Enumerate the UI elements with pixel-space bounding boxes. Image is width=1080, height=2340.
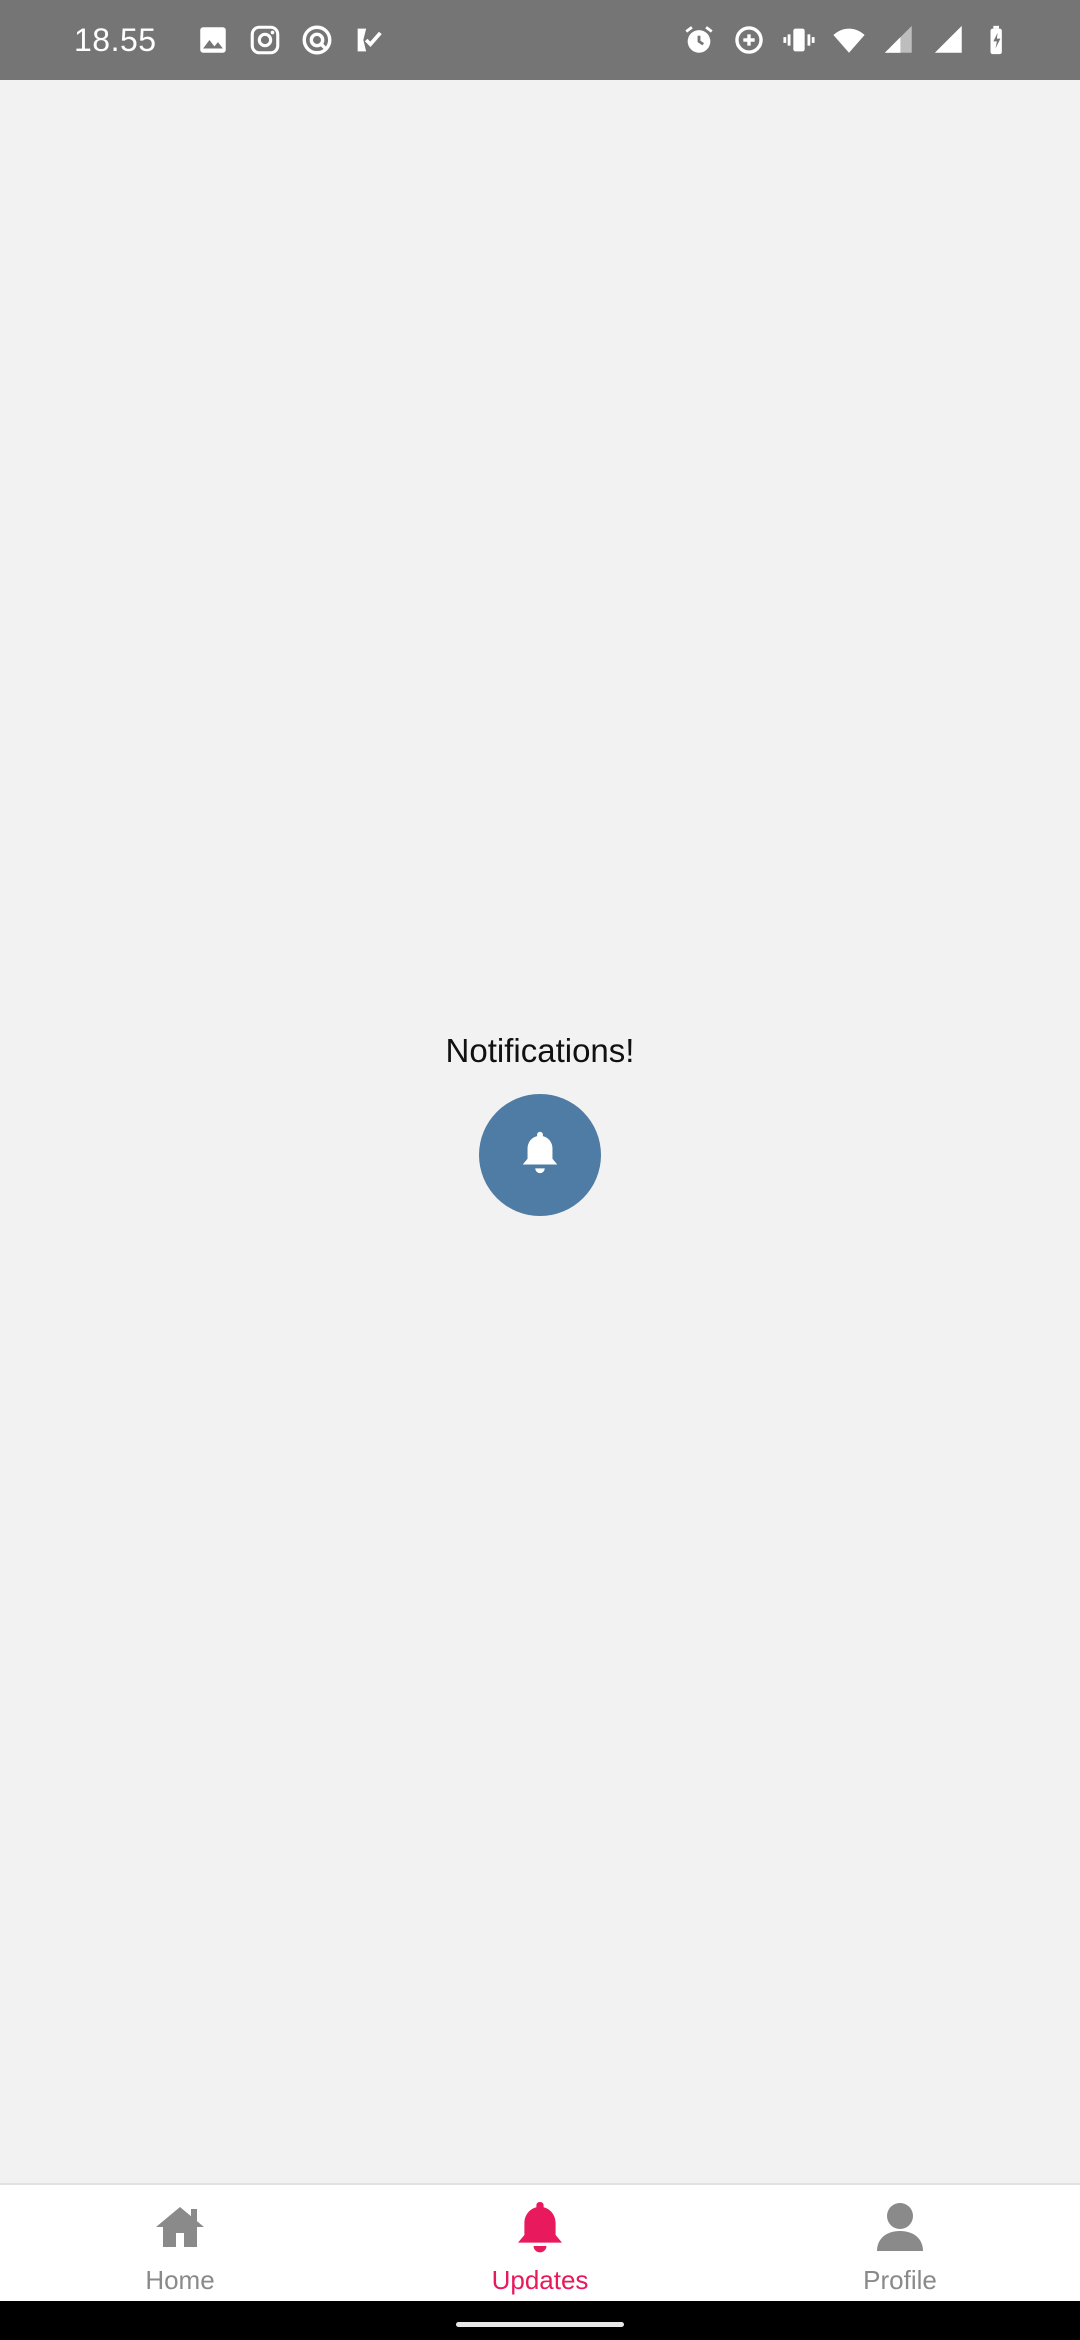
home-icon (150, 2197, 210, 2257)
status-bar-right (674, 18, 1024, 62)
battery-charging-icon (977, 18, 1021, 62)
status-bar: 18.55 (0, 0, 1080, 80)
nav-item-updates[interactable]: Updates (360, 2185, 720, 2301)
user-icon (870, 2197, 930, 2257)
signal-icon (927, 18, 971, 62)
home-gesture-handle[interactable] (456, 2322, 624, 2327)
nav-item-home[interactable]: Home (0, 2185, 360, 2301)
nav-label-profile: Profile (863, 2265, 937, 2295)
signal-icon (877, 18, 921, 62)
data-saver-icon (727, 18, 771, 62)
status-time: 18.55 (74, 21, 157, 58)
vibrate-icon (777, 18, 821, 62)
nav-label-updates: Updates (491, 2265, 589, 2295)
wifi-icon (827, 18, 871, 62)
page-title: Notifications! (445, 1032, 635, 1069)
status-bar-left: 18.55 (74, 18, 395, 62)
alarm-icon (677, 18, 721, 62)
nav-item-profile[interactable]: Profile (720, 2185, 1080, 2301)
check-ticket-icon (347, 18, 391, 62)
system-navigation-bar (0, 2301, 1080, 2340)
app-screen: 18.55 Notifications! Home Updates Profil… (0, 0, 1080, 2340)
opera-icon (295, 18, 339, 62)
bottom-navigation: Home Updates Profile (0, 2183, 1080, 2301)
bell-icon (517, 1128, 563, 1183)
notifications-content: Notifications! (0, 80, 1080, 2183)
nav-label-home: Home (145, 2265, 215, 2295)
image-icon (191, 18, 235, 62)
bell-icon (510, 2197, 570, 2257)
instagram-icon (243, 18, 287, 62)
notification-bell-button[interactable] (479, 1094, 601, 1216)
